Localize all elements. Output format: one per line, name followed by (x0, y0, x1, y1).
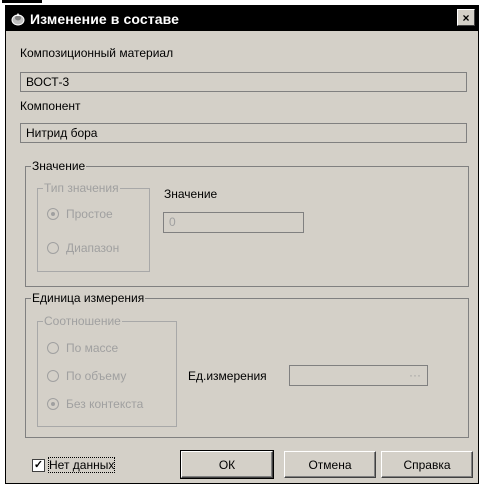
cancel-button[interactable]: Отмена (284, 451, 376, 478)
radio-no-context-label: Без контекста (66, 397, 144, 411)
ok-button-label: ОК (218, 457, 236, 472)
value-type-title: Тип значения (43, 181, 120, 195)
composite-label: Композиционный материал (20, 46, 174, 60)
composite-field[interactable]: ВОСТ-3 (20, 72, 467, 92)
unit-group-title: Единица измерения (31, 291, 146, 305)
cancel-button-label: Отмена (308, 457, 352, 472)
check-mark-icon: ✓ (33, 459, 44, 471)
radio-simple[interactable]: Простое (47, 207, 113, 221)
dialog-window: Изменение в составе × Композиционный мат… (5, 5, 479, 484)
value-label: Значение (164, 187, 218, 201)
close-icon: × (462, 10, 470, 25)
help-button[interactable]: Справка (381, 451, 473, 478)
radio-simple-circle (47, 208, 59, 220)
title-bar[interactable]: Изменение в составе × (6, 6, 478, 31)
radio-range[interactable]: Диапазон (47, 241, 119, 255)
ratio-title: Соотношение (43, 314, 122, 328)
radio-by-volume-label: По объему (66, 369, 127, 383)
screen-top-strip (0, 0, 484, 3)
window-title: Изменение в составе (30, 10, 179, 27)
radio-no-context-circle (47, 398, 59, 410)
value-group-title: Значение (31, 159, 87, 173)
radio-by-mass-circle (47, 342, 59, 354)
component-field[interactable]: Нитрид бора (20, 123, 467, 143)
screen-corner-mark (2, 0, 42, 3)
radio-by-mass-label: По массе (66, 341, 119, 355)
radio-simple-label: Простое (66, 207, 113, 221)
unit-label: Ед.измерения (188, 369, 267, 383)
radio-by-volume[interactable]: По объему (47, 369, 126, 383)
unit-group: Единица измерения Соотношение По массе П… (25, 291, 469, 438)
radio-by-mass[interactable]: По массе (47, 341, 118, 355)
no-data-label[interactable]: Нет данных (47, 457, 116, 473)
help-button-label: Справка (403, 457, 451, 472)
ok-button[interactable]: ОК (180, 450, 274, 479)
radio-no-context[interactable]: Без контекста (47, 397, 143, 411)
app-icon (10, 11, 26, 27)
component-label: Компонент (20, 99, 81, 113)
radio-range-circle (47, 242, 59, 254)
value-field[interactable]: 0 (163, 212, 304, 233)
radio-by-volume-circle (47, 370, 59, 382)
value-type-group: Тип значения Простое Диапазон (37, 181, 150, 272)
radio-range-label: Диапазон (66, 241, 120, 255)
unit-field[interactable]: ··· (289, 365, 428, 386)
no-data-checkbox[interactable]: ✓ (32, 459, 45, 472)
ratio-group: Соотношение По массе По объему Без конте… (37, 314, 177, 427)
value-group: Значение Тип значения Простое Диапазон З… (25, 159, 469, 287)
close-button[interactable]: × (457, 9, 475, 26)
unit-browse-button[interactable]: ··· (409, 368, 421, 383)
